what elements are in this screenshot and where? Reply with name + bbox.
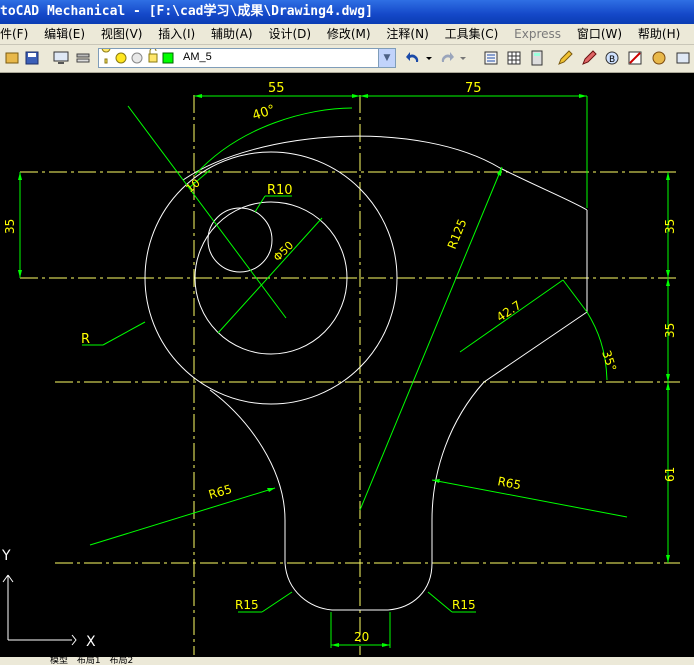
drawing-svg[interactable]: 55 75 40° 10 R10 Φ50 R125 35 35 35 61 42…: [0, 73, 694, 657]
dim-text-42-7: 42.7: [494, 298, 524, 325]
dim-text-20: 20: [354, 630, 369, 644]
pencil-icon[interactable]: [556, 49, 574, 67]
dim-text-75: 75: [465, 81, 482, 96]
ext-line-42-7: [562, 279, 588, 313]
properties-icon[interactable]: [482, 49, 500, 67]
pencil-edit-icon[interactable]: [580, 49, 598, 67]
dim-text-35-left: 35: [3, 219, 17, 234]
dimension-edit-icon[interactable]: [626, 49, 644, 67]
geometry: [144, 135, 588, 611]
tab-layout2[interactable]: 布局2: [110, 657, 134, 665]
leader-r15-left: [261, 591, 293, 613]
leader-r65-left: [89, 487, 276, 546]
toolbar: AM_5 ▼ B: [0, 45, 694, 73]
dim-text-35-right-mid: 35: [663, 323, 677, 338]
menu-annotate[interactable]: 注释(N): [386, 24, 428, 44]
arrowheads: [18, 94, 670, 647]
menu-window[interactable]: 窗口(W): [577, 24, 622, 44]
leader-r10: [254, 195, 266, 213]
grid-table-icon[interactable]: [505, 49, 523, 67]
menu-assist[interactable]: 辅助(A): [211, 24, 253, 44]
dim-text-35-right-top: 35: [663, 219, 677, 234]
dim-text-61: 61: [663, 467, 677, 482]
chevron-down-icon[interactable]: ▼: [378, 49, 395, 67]
ucs-labels: X Y: [1, 548, 96, 650]
window-title-bar: toCAD Mechanical - [F:\cad学习\成果\Drawing4…: [0, 0, 694, 24]
dim-text-r10: R10: [267, 183, 293, 198]
dim-text-r65-right: R65: [496, 474, 522, 492]
layer-dropdown[interactable]: AM_5 ▼: [98, 48, 396, 68]
menu-edit[interactable]: 编辑(E): [44, 24, 85, 44]
window-title: toCAD Mechanical - [F:\cad学习\成果\Drawing4…: [0, 4, 373, 19]
menu-design[interactable]: 设计(D): [268, 24, 311, 44]
dimension-texts: 55 75 40° 10 R10 Φ50 R125 35 35 35 61 42…: [3, 81, 677, 644]
menu-help[interactable]: 帮助(H): [638, 24, 680, 44]
dim-text-r: R: [81, 332, 90, 347]
svg-text:B: B: [609, 55, 615, 65]
r65-right-arc: [431, 381, 485, 563]
toolbar-more-icon[interactable]: [674, 49, 692, 67]
menu-toolset[interactable]: 工具集(C): [445, 24, 499, 44]
diagonal-line-40: [127, 105, 287, 319]
ucs-icon: [2, 574, 77, 646]
small-circle-r10: [207, 207, 273, 273]
design-center-icon[interactable]: [3, 49, 21, 67]
dim-text-r15-right: R15: [452, 598, 476, 612]
menu-file[interactable]: 件(F): [0, 24, 28, 44]
ucs-x-label: X: [86, 634, 96, 650]
power-dimension-icon[interactable]: B: [603, 49, 621, 67]
dim-arc-35: [586, 311, 608, 381]
centerlines: [20, 95, 680, 655]
layer-state-icons: [101, 49, 174, 64]
dim-text-r125: R125: [445, 217, 470, 251]
leader-r65-right: [431, 479, 628, 518]
redo-icon[interactable]: [438, 49, 456, 67]
menu-express[interactable]: Express: [514, 24, 561, 44]
dimension-lines: [19, 95, 669, 648]
bottom-r15-contour: [284, 562, 433, 611]
dim-text-55: 55: [268, 81, 285, 96]
menu-view[interactable]: 视图(V): [101, 24, 143, 44]
leader-r15-right: [427, 591, 453, 613]
layout-tabs: 模型 布局1 布局2: [0, 657, 694, 665]
dim-text-40: 40°: [251, 102, 278, 123]
monitor-icon[interactable]: [52, 49, 70, 67]
ucs-y-label: Y: [1, 548, 11, 564]
drawing-canvas[interactable]: 55 75 40° 10 R10 Φ50 R125 35 35 35 61 42…: [0, 73, 694, 657]
dim-text-r15-left: R15: [235, 598, 259, 612]
leader-r: [102, 321, 146, 346]
menu-modify[interactable]: 修改(M): [327, 24, 371, 44]
undo-dropdown-icon[interactable]: [424, 49, 434, 67]
save-icon[interactable]: [23, 49, 41, 67]
tab-model[interactable]: 模型: [50, 657, 68, 665]
layer-name: AM_5: [183, 51, 212, 63]
menu-insert[interactable]: 插入(I): [158, 24, 195, 44]
r65-left-arc: [209, 389, 286, 563]
undo-icon[interactable]: [404, 49, 422, 67]
dim-text-phi50: Φ50: [271, 239, 296, 264]
tab-layout1[interactable]: 布局1: [77, 657, 101, 665]
dim-text-r65-left: R65: [207, 482, 234, 502]
calculator-icon[interactable]: [528, 49, 546, 67]
symbol-icon[interactable]: [650, 49, 668, 67]
dim-line-phi50: [217, 217, 323, 334]
redo-dropdown-icon[interactable]: [458, 49, 468, 67]
dim-text-35-angle: 35°: [599, 349, 619, 374]
r125-arc: [182, 135, 588, 211]
dim-arc-40: [194, 107, 353, 176]
layer-states-icon[interactable]: [74, 49, 92, 67]
menu-bar: 件(F) 编辑(E) 视图(V) 插入(I) 辅助(A) 设计(D) 修改(M)…: [0, 24, 694, 45]
